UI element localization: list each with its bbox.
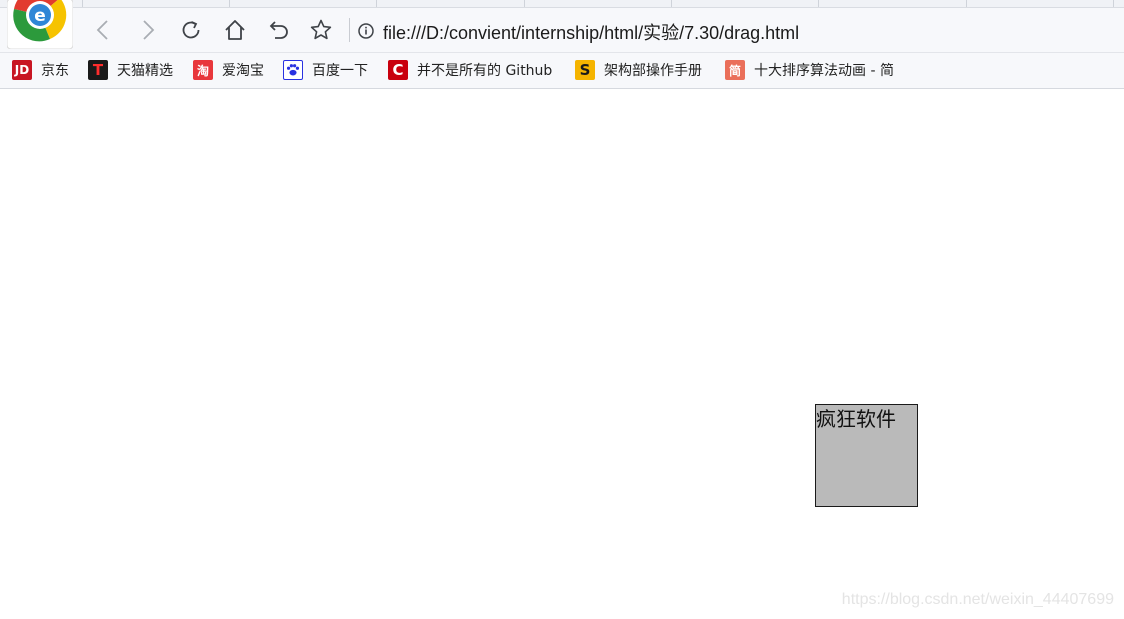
tab-separator [376,0,377,7]
home-button[interactable] [221,16,249,44]
forward-button[interactable] [133,16,161,44]
bookmark-label: 京东 [41,63,69,79]
back-button[interactable] [90,16,118,44]
reload-button[interactable] [177,16,205,44]
favorite-button[interactable] [307,16,335,44]
undo-close-button[interactable] [265,16,293,44]
tab-separator [229,0,230,7]
tab-separator [524,0,525,7]
bookmark-baidu[interactable]: 百度一下 [283,60,368,80]
chevron-right-icon [143,20,155,40]
undo-icon [269,21,288,39]
bookmark-tmall[interactable]: T 天猫精选 [88,60,173,80]
address-bar[interactable]: file:///D:/convient/internship/html/实验/7… [383,19,799,45]
tab-separator [671,0,672,7]
bookmark-label: 百度一下 [312,63,368,79]
bookmark-label: 十大排序算法动画 - 简 [754,63,894,79]
baidu-paw-icon [283,60,303,80]
bookmark-label: 架构部操作手册 [604,63,702,79]
star-icon [310,19,332,40]
jd-icon: JD [12,60,32,80]
tab-separator [1113,0,1114,7]
s-logo-icon: S [575,60,595,80]
bookmark-architecture[interactable]: S 架构部操作手册 [575,60,702,80]
draggable-box[interactable]: 疯狂软件 [815,404,918,507]
bookmark-taobao[interactable]: 淘 爱淘宝 [193,60,264,80]
home-icon [225,20,245,40]
browser-logo-icon[interactable]: e [7,0,73,49]
chevron-left-icon [96,20,108,40]
tab-separator [818,0,819,7]
bookmark-label: 天猫精选 [117,63,173,79]
browser-toolbar: e file:///D:/convient/internship/html/实验… [0,0,1124,52]
bookmark-jd[interactable]: JD 京东 [12,60,69,80]
tab-separator [82,0,83,7]
bookmarks-bar: JD 京东 T 天猫精选 淘 爱淘宝 百度一下 C 并不是所有的 Github … [0,52,1124,89]
svg-text:e: e [34,6,46,26]
bookmark-github[interactable]: C 并不是所有的 Github [388,60,552,80]
address-bar-divider [349,18,350,42]
bookmark-sorting[interactable]: 简 十大排序算法动画 - 简 [725,60,894,80]
jianshu-icon: 简 [725,60,745,80]
bookmark-label: 并不是所有的 Github [417,63,553,79]
tab-separator [966,0,967,7]
tab-strip [0,0,1124,8]
taobao-icon: 淘 [193,60,213,80]
tmall-icon: T [88,60,108,80]
bookmark-label: 爱淘宝 [222,63,264,79]
csdn-icon: C [388,60,408,80]
reload-icon [182,21,200,39]
watermark: https://blog.csdn.net/weixin_44407699 [841,591,1114,608]
info-icon[interactable] [357,22,375,40]
